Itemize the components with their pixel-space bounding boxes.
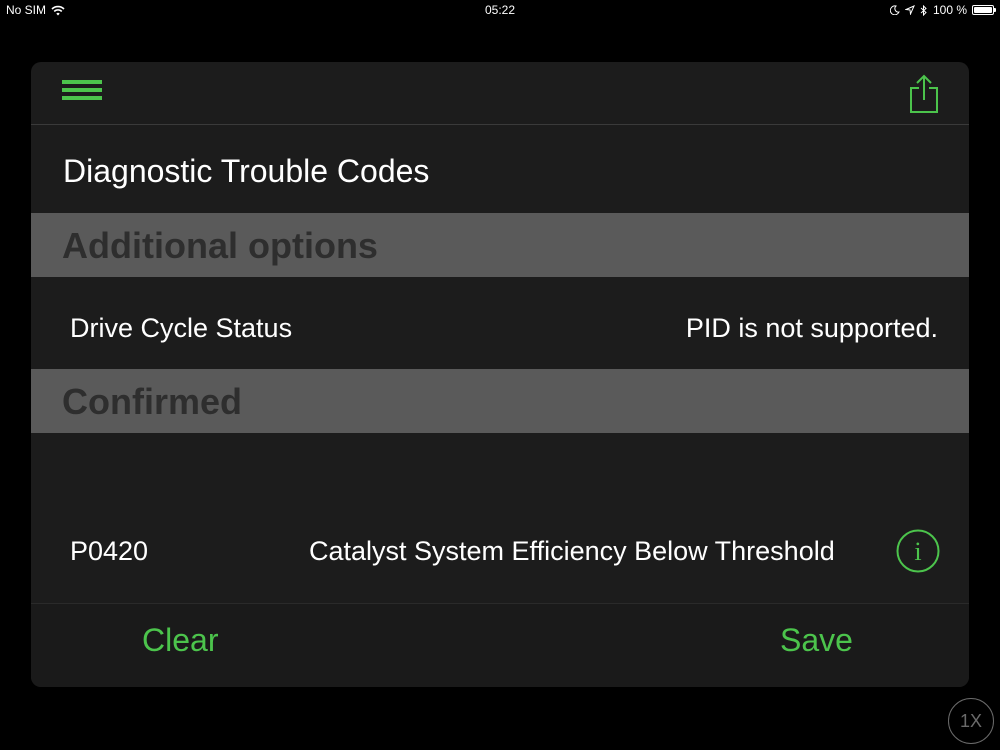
moon-icon	[889, 5, 900, 15]
battery-icon	[972, 5, 996, 15]
clear-button[interactable]: Clear	[142, 622, 218, 659]
status-right: 100 %	[889, 3, 996, 17]
battery-fill	[974, 7, 992, 13]
list-item-dtc[interactable]: P0420 Catalyst System Efficiency Below T…	[31, 433, 969, 603]
list-item-drive-cycle-status[interactable]: Drive Cycle Status PID is not supported.	[31, 277, 969, 369]
bluetooth-icon	[920, 4, 927, 16]
bottom-bar: Clear Save	[31, 603, 969, 687]
dtc-description: Catalyst System Efficiency Below Thresho…	[309, 536, 835, 566]
status-bar: No SIM 05:22 100 %	[0, 0, 1000, 22]
svg-text:i: i	[914, 537, 921, 566]
row-label: Drive Cycle Status	[70, 313, 293, 343]
section-header-additional-options: Additional options	[31, 213, 969, 277]
dtc-code: P0420	[70, 536, 149, 566]
dtc-panel: Diagnostic Trouble Codes Additional opti…	[31, 62, 969, 687]
save-button[interactable]: Save	[780, 622, 853, 659]
section-header-label: Confirmed	[62, 381, 242, 422]
zoom-badge[interactable]: 1X	[948, 698, 994, 744]
toolbar	[31, 62, 969, 125]
status-time: 05:22	[484, 3, 516, 17]
battery-percent: 100 %	[932, 3, 967, 17]
page-title: Diagnostic Trouble Codes	[63, 153, 430, 189]
section-header-confirmed: Confirmed	[31, 369, 969, 433]
hamburger-menu-icon[interactable]	[62, 80, 102, 106]
section-header-label: Additional options	[62, 225, 378, 266]
info-icon[interactable]: i	[896, 529, 940, 573]
row-value: PID is not supported.	[685, 313, 938, 343]
share-icon[interactable]	[908, 74, 940, 114]
location-icon	[904, 5, 915, 15]
